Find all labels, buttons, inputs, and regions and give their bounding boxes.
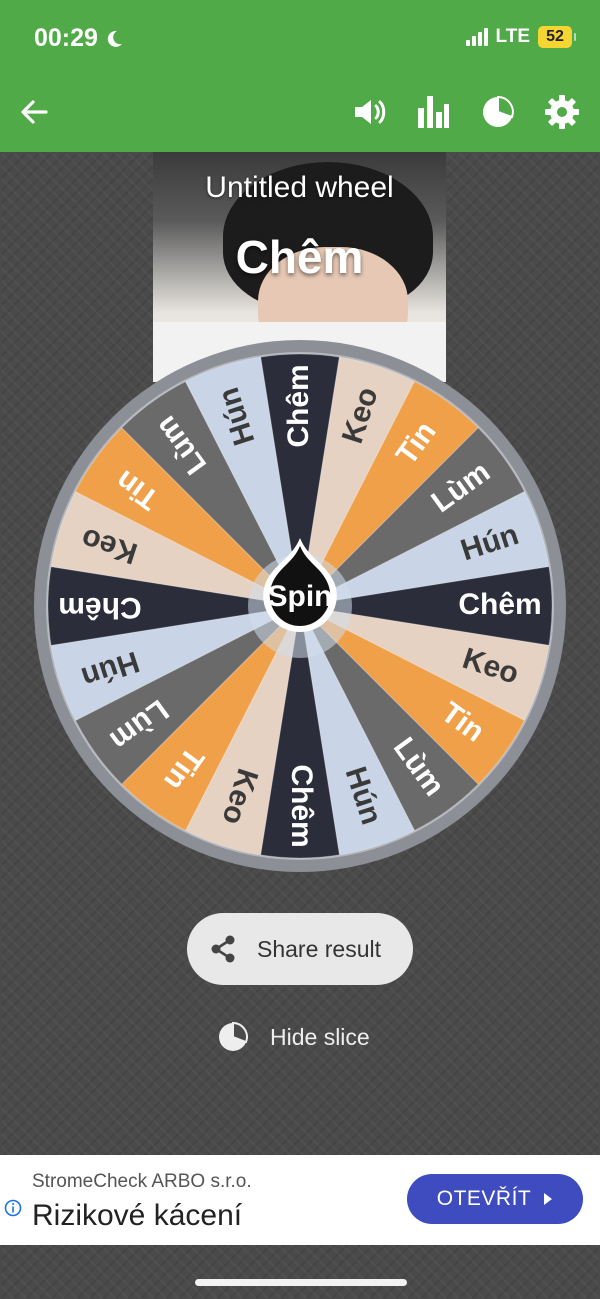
spin-pointer-icon (263, 538, 337, 632)
ad-banner[interactable]: StromeCheck ARBO s.r.o. Rizikové kácení … (0, 1155, 600, 1245)
share-result-button[interactable]: Share result (187, 913, 413, 985)
ad-open-label: OTEVŘÍT (436, 1187, 532, 1210)
stats-icon (418, 96, 449, 128)
result-label: Chêm (235, 231, 364, 283)
network-type: LTE (495, 26, 530, 47)
status-indicators: LTE 52 (465, 26, 576, 48)
status-time: 00:29 (34, 24, 124, 53)
wheel-slice-label: Chêm (58, 591, 141, 624)
battery-level: 52 (546, 28, 564, 45)
sound-icon (355, 100, 386, 124)
back-button[interactable] (14, 92, 54, 132)
spin-button[interactable]: Spin (256, 536, 344, 644)
signal-icon (465, 28, 488, 46)
pie-slice-icon (219, 1022, 248, 1051)
wheel-title: Untitled wheel (205, 171, 394, 204)
app-bar: 00:29 LTE 52 (0, 0, 600, 152)
share-icon (211, 935, 235, 963)
wheel-slice-label: Chêm (285, 764, 318, 847)
moon-icon (107, 30, 122, 47)
settings-button[interactable] (542, 92, 582, 132)
ad-open-button[interactable]: OTEVŘÍT (407, 1174, 583, 1224)
home-indicator (195, 1279, 407, 1286)
wheel-slice-label: Chêm (458, 588, 541, 621)
clock-text: 00:29 (34, 24, 98, 52)
hide-slice-label: Hide slice (270, 1023, 370, 1050)
info-icon[interactable] (4, 1199, 22, 1217)
wheel-slice-label: Chêm (282, 364, 315, 447)
hide-slice-button[interactable]: Hide slice (218, 1022, 370, 1052)
slices-button[interactable] (478, 92, 518, 132)
ad-headline[interactable]: Rizikové kácení (32, 1199, 242, 1233)
gear-icon (545, 95, 579, 129)
play-arrow-icon (544, 1193, 553, 1205)
battery-icon: 52 (538, 26, 576, 48)
ad-sponsor: StromeCheck ARBO s.r.o. (32, 1171, 252, 1192)
pie-chart-icon (483, 95, 514, 127)
back-arrow-icon (21, 100, 48, 124)
share-result-label: Share result (257, 935, 382, 962)
stats-button[interactable] (413, 92, 453, 132)
sound-button[interactable] (350, 92, 390, 132)
